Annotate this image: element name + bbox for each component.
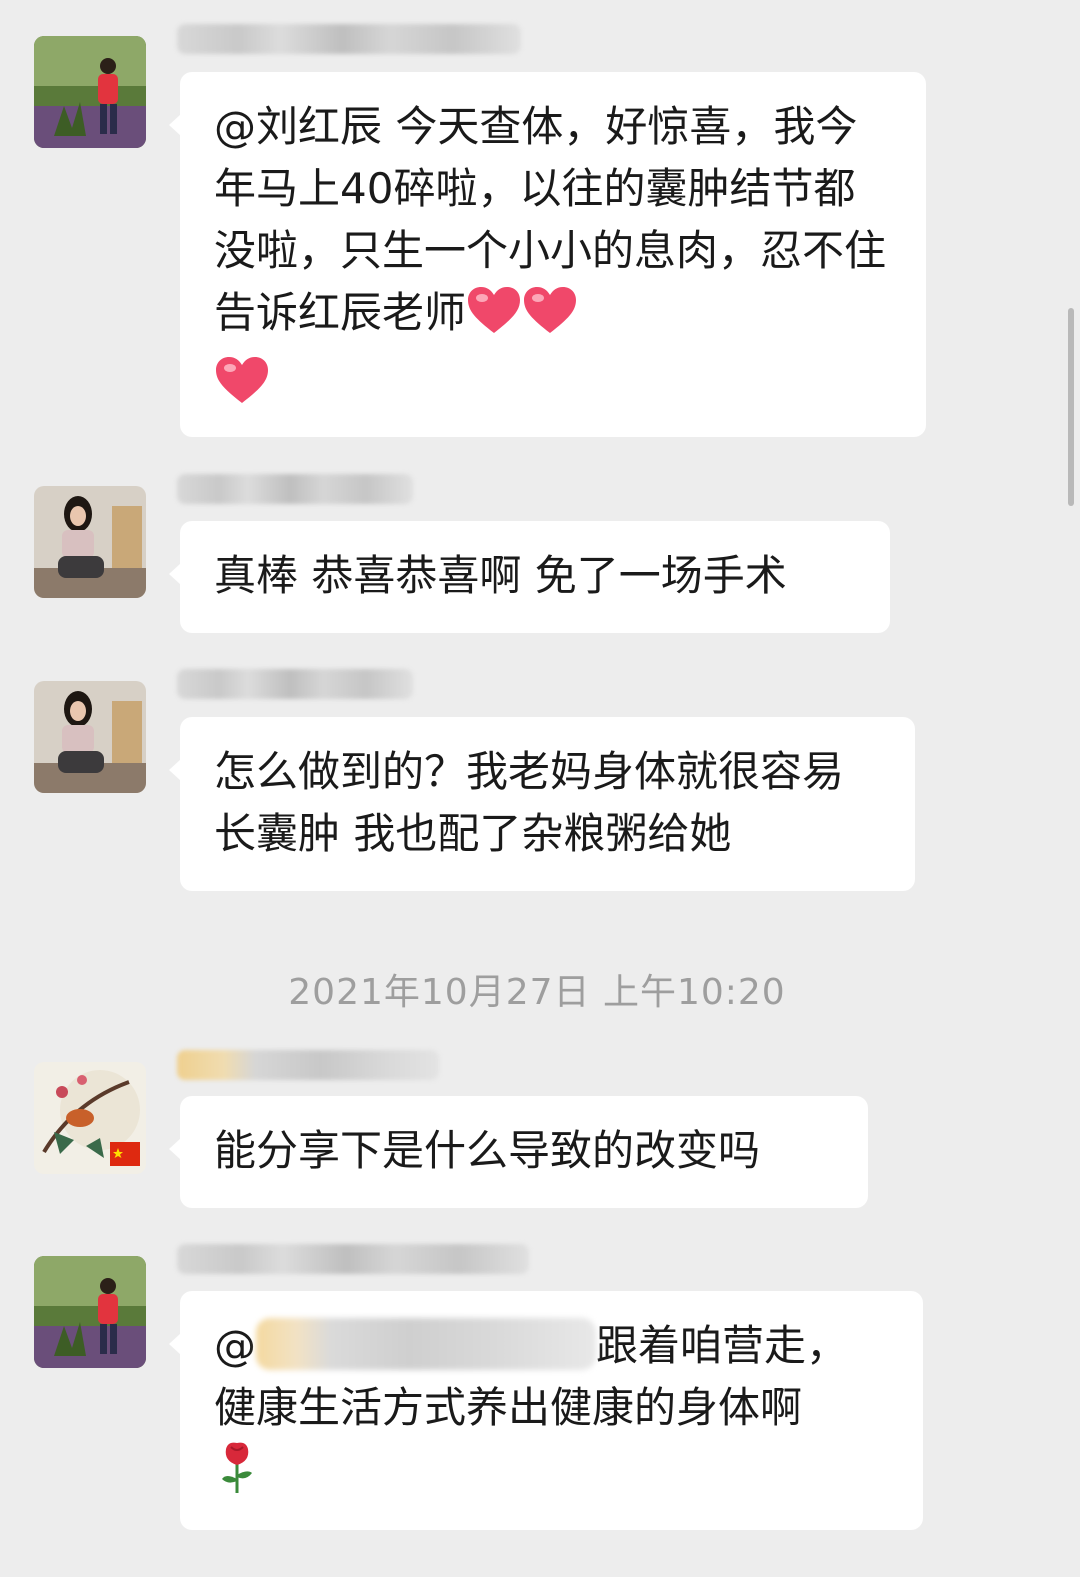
sender-name-blurred bbox=[177, 669, 413, 699]
avatar-woman-sitting[interactable] bbox=[34, 681, 146, 793]
scrollbar[interactable] bbox=[1068, 308, 1074, 506]
avatar-bird-painting[interactable] bbox=[34, 1062, 146, 1174]
message-bubble[interactable]: 能分享下是什么导致的改变吗 bbox=[169, 1096, 868, 1208]
sender-name-blurred bbox=[177, 474, 413, 504]
message-text: 真棒 恭喜恭喜啊 免了一场手术 bbox=[214, 551, 787, 600]
chat-view[interactable]: @刘红辰 今天查体，好惊喜，我今年马上40碎啦，以往的囊肿结节都没啦，只生一个小… bbox=[0, 0, 1080, 1577]
heart-emoji-icon bbox=[522, 285, 578, 352]
message-bubble[interactable]: @刘红辰 今天查体，好惊喜，我今年马上40碎啦，以往的囊肿结节都没啦，只生一个小… bbox=[169, 72, 926, 437]
message-text: 怎么做到的？我老妈身体就很容易长囊肿 我也配了杂粮粥给她 bbox=[214, 747, 845, 858]
sender-name-blurred bbox=[177, 1244, 529, 1274]
message-bubble[interactable]: 怎么做到的？我老妈身体就很容易长囊肿 我也配了杂粮粥给她 bbox=[169, 717, 915, 891]
message-text: 能分享下是什么导致的改变吗 bbox=[214, 1126, 761, 1175]
sender-name-blurred bbox=[177, 24, 521, 54]
message-bubble[interactable]: @ 跟着咱营走， 健康生活方式养出健康的身体啊 bbox=[169, 1291, 923, 1530]
avatar-woman-sitting[interactable] bbox=[34, 486, 146, 598]
message-text: 跟着咱营走， bbox=[596, 1321, 849, 1370]
rose-emoji-icon bbox=[214, 1439, 260, 1512]
message-bubble[interactable]: 真棒 恭喜恭喜啊 免了一场手术 bbox=[169, 521, 890, 633]
sender-name-blurred bbox=[177, 1050, 439, 1080]
heart-emoji-icon bbox=[214, 355, 270, 422]
heart-emoji-icon bbox=[466, 285, 522, 352]
avatar-woman-garden[interactable] bbox=[34, 36, 146, 148]
avatar-woman-garden[interactable] bbox=[34, 1256, 146, 1368]
mention-name-blurred[interactable] bbox=[256, 1318, 596, 1370]
message-text-line2: 健康生活方式养出健康的身体啊 bbox=[214, 1383, 803, 1432]
mention-at: @ bbox=[214, 1321, 256, 1370]
timestamp: 2021年10月27日 上午10:20 bbox=[288, 972, 786, 1013]
